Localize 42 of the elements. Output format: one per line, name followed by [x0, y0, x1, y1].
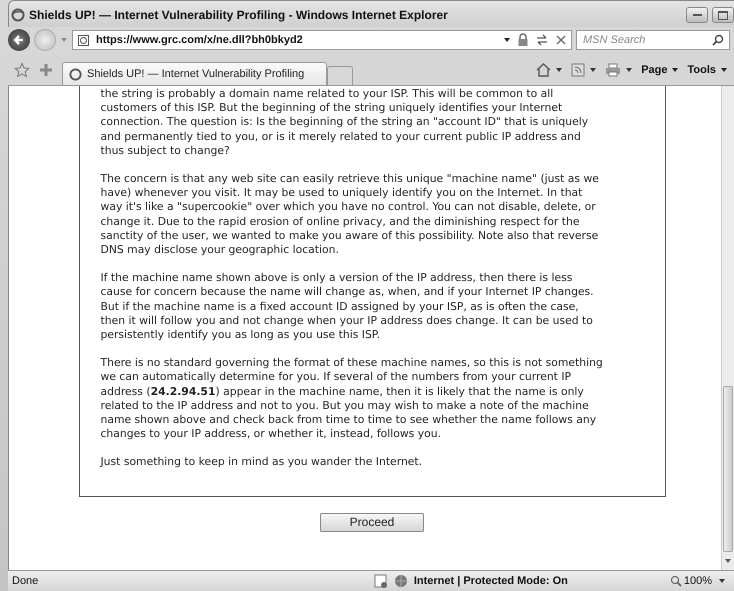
browser-icon	[69, 68, 82, 80]
proceed-button[interactable]: Proceed	[320, 512, 424, 532]
caret-icon[interactable]	[503, 37, 511, 43]
search-field[interactable]: MSN Search	[576, 30, 730, 50]
caret-icon[interactable]	[625, 67, 634, 73]
scrollbar[interactable]	[721, 86, 734, 570]
window-title: Shields UP! — Internet Vulnerability Profiling - Windows Internet Explorer	[29, 8, 448, 22]
browser-tab[interactable]: Shields UP! — Internet Vulnerability Profiling	[62, 62, 328, 85]
caret-icon	[720, 67, 728, 73]
paragraph: the string is probably a domain name related to your ISP. This will be common to all customers of this ISP. But the beginning of the string uniquely identifies your Internet connection. The question is: Is the beginning of the string an "account ID" that is uniquely and permanently tied to you, or is it merely related to your current public IP address and thus subject to change?	[100, 87, 590, 158]
arrow-icon	[12, 33, 26, 47]
paragraph: Just something to keep in mind as you wander the Internet.	[100, 455, 424, 470]
star-icon[interactable]	[14, 62, 30, 78]
caret-icon[interactable]	[724, 558, 732, 564]
zoom-icon	[670, 575, 682, 587]
home-icon[interactable]	[536, 63, 552, 77]
minimize-button[interactable]	[686, 7, 708, 23]
caret-icon[interactable]	[718, 578, 726, 584]
caret-icon	[671, 67, 680, 73]
paragraph: There is no standard governing the format of these machine names, so this is not something we can automatically determine for you. If several of the numbers from your current IP address (24.2.94.51) appear in the machine name, then it is likely that the name is only related to the IP address and not to you. But you may wish to make a note of the machine name shown above and check back from time to time to see whether the name follows any changes to your IP address, or whether it, instead, follows you.	[100, 356, 604, 442]
paragraph: The concern is that any web site can easily retrieve this unique "machine name" (just as we have) whenever you visit. It may be used to uniquely identify you on the Internet. In that way it's like a "supercookie" over which you have no control. You can not disable, delete, or change it. Due to the rapid erosion of online privacy, and the diminishing respect for the sanctity of the user, we wanted to make you aware of this possibility. Note also that reverse DNS may disclose your geographic location.	[100, 172, 600, 258]
lock-icon[interactable]	[517, 33, 529, 47]
back-button[interactable]	[8, 29, 30, 51]
search-icon[interactable]	[712, 34, 724, 46]
zone-text: Internet | Protected Mode: On	[414, 575, 568, 587]
feed-icon[interactable]	[571, 63, 586, 77]
address-field[interactable]: https://www.grc.com/x/ne.dll?bh0bkyd2	[72, 30, 572, 50]
printer-icon[interactable]	[605, 63, 622, 77]
zoom-button[interactable]: 100%	[670, 575, 712, 587]
page-icon[interactable]	[374, 574, 388, 588]
caret-icon[interactable]	[589, 67, 598, 73]
browser-icon	[11, 8, 25, 22]
refresh-icon[interactable]	[535, 34, 549, 46]
toolbar-menu[interactable]: Tools	[687, 64, 728, 76]
paragraph: If the machine name shown above is only a version of the IP address, then there is less cause for concern because the name will change as, when, and if your Internet IP changes. But if the machine name is a fixed account ID assigned by your ISP, as is often the case, then it will follow you and not change when your IP address does change. It can be used to persistently identify you as long as you use this ISP.	[100, 271, 595, 342]
caret-icon[interactable]	[555, 67, 564, 73]
toolbar-menu[interactable]: Page	[641, 64, 680, 76]
page-icon	[77, 34, 90, 46]
status-text: Done	[12, 575, 38, 587]
close-icon[interactable]	[555, 34, 567, 46]
maximize-button[interactable]	[712, 7, 734, 23]
globe-icon	[394, 574, 408, 588]
